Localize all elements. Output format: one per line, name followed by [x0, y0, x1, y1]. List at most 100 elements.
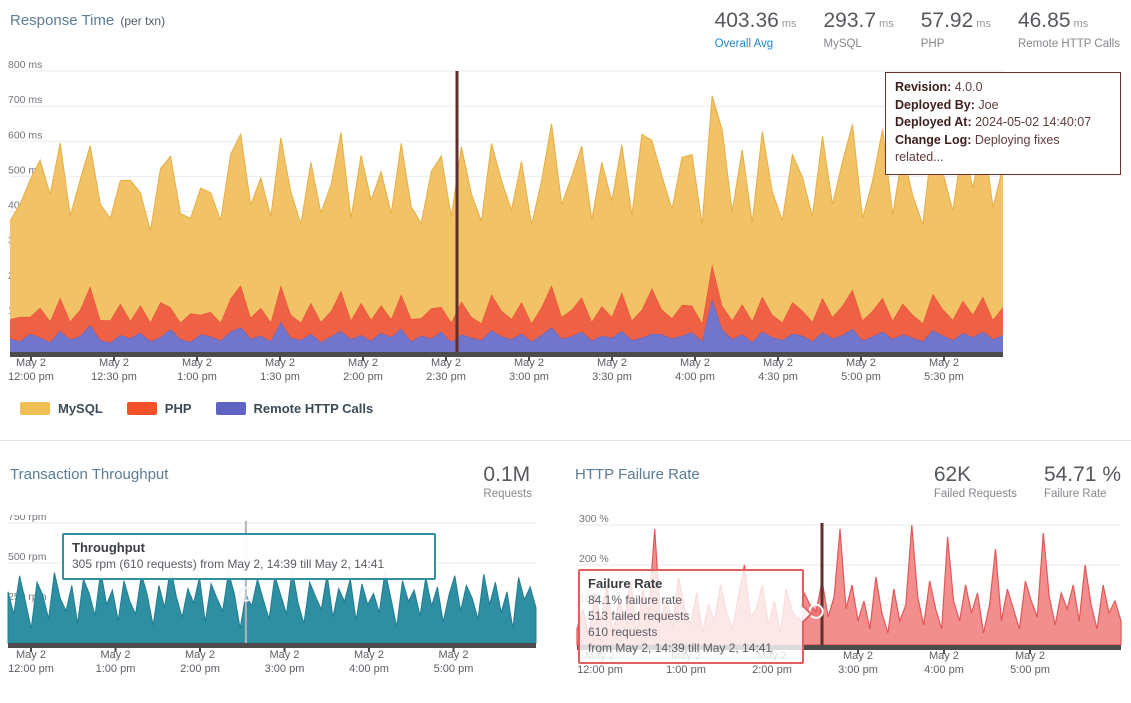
tooltip-title: Failure Rate [588, 575, 794, 592]
x-axis-label: May 2 [1015, 650, 1045, 662]
stat-php: 57.92msPHP [921, 9, 991, 50]
response-time-title-suffix: (per txn) [120, 14, 165, 28]
throughput-title-text: Transaction Throughput [10, 466, 168, 483]
legend-item-php[interactable]: PHP [127, 401, 192, 416]
x-axis-label: 3:00 pm [265, 663, 305, 675]
y-axis-label: 700 ms [8, 94, 42, 106]
x-axis-label: 2:00 pm [180, 663, 220, 675]
stat-value: 0.1M [483, 463, 532, 486]
y-axis-label: 200 % [579, 553, 609, 565]
section-divider [0, 440, 1131, 441]
x-axis-label: May 2 [597, 357, 627, 369]
y-axis-label: 800 ms [8, 60, 42, 71]
x-axis-bar [8, 643, 536, 648]
stat-unit: ms [1074, 18, 1089, 30]
area-series-mysql[interactable] [10, 96, 1003, 324]
x-axis-label: 12:00 pm [8, 371, 54, 383]
x-axis-label: May 2 [16, 649, 46, 661]
x-axis-label: May 2 [929, 650, 959, 662]
x-axis-label: 5:30 pm [924, 371, 964, 383]
x-axis-label: 12:00 pm [577, 664, 623, 676]
throughput-title: Transaction Throughput [10, 466, 168, 483]
stat-requests: 0.1M Requests [483, 463, 532, 500]
stat-unit: ms [976, 18, 991, 30]
stat-label: Failed Requests [934, 488, 1017, 500]
stat-label: PHP [921, 38, 991, 50]
x-axis-label: 5:00 pm [1010, 664, 1050, 676]
legend-swatch-icon [127, 402, 157, 415]
legend-label: Remote HTTP Calls [254, 401, 374, 416]
stat-value: 403.36ms [715, 9, 797, 36]
tooltip-line: 305 rpm (610 requests) from May 2, 14:39… [72, 556, 426, 572]
throughput-stats: 0.1M Requests [440, 463, 532, 500]
x-axis-label: May 2 [846, 357, 876, 369]
x-axis-label: 4:30 pm [758, 371, 798, 383]
x-axis-label: May 2 [101, 649, 131, 661]
x-axis-label: 3:00 pm [509, 371, 549, 383]
stat-unit: ms [782, 18, 797, 30]
x-axis-label: 2:00 pm [752, 664, 792, 676]
x-axis-label: 1:30 pm [260, 371, 300, 383]
legend-label: MySQL [58, 401, 103, 416]
x-axis-label: 1:00 pm [96, 663, 136, 675]
tooltip-title: Throughput [72, 539, 426, 556]
selected-point-marker[interactable] [810, 605, 823, 618]
stat-label: Remote HTTP Calls [1018, 38, 1120, 50]
failure-rate-title-text: HTTP Failure Rate [575, 466, 700, 483]
deploy-tooltip-line: Deployed By: Joe [895, 97, 1111, 115]
x-axis-label: May 2 [182, 357, 212, 369]
stat-failure-rate: 54.71 % Failure Rate [1044, 463, 1121, 500]
x-axis-label: 12:30 pm [91, 371, 137, 383]
y-axis-label: 500 rpm [8, 551, 47, 563]
x-axis-label: May 2 [16, 357, 46, 369]
stat-label: Requests [483, 488, 532, 500]
stat-remote-http-calls: 46.85msRemote HTTP Calls [1018, 9, 1120, 50]
x-axis-label: May 2 [348, 357, 378, 369]
tooltip-line: 610 requests [588, 624, 794, 640]
throughput-tooltip: Throughput305 rpm (610 requests) from Ma… [62, 533, 436, 580]
y-axis-label: 300 % [579, 515, 609, 525]
stat-mysql: 293.7msMySQL [823, 9, 893, 50]
x-axis-label: May 2 [514, 357, 544, 369]
x-axis-label: May 2 [270, 649, 300, 661]
deploy-tooltip-line: Change Log: Deploying fixes related... [895, 132, 1111, 167]
x-axis-label: May 2 [763, 357, 793, 369]
legend-swatch-icon [20, 402, 50, 415]
x-axis-label: May 2 [929, 357, 959, 369]
deploy-tooltip-line: Deployed At: 2024-05-02 14:40:07 [895, 114, 1111, 132]
x-axis-label: May 2 [439, 649, 469, 661]
x-axis-label: 1:00 pm [666, 664, 706, 676]
x-axis-label: May 2 [843, 650, 873, 662]
x-axis-label: 1:00 pm [177, 371, 217, 383]
failure-rate-tooltip: Failure Rate84.1% failure rate513 failed… [578, 569, 804, 664]
stat-unit: ms [879, 18, 894, 30]
x-axis-label: 5:00 pm [434, 663, 474, 675]
x-axis-label: 3:30 pm [592, 371, 632, 383]
response-time-title: Response Time (per txn) [10, 12, 165, 29]
x-axis-label: 3:00 pm [838, 664, 878, 676]
apm-dashboard: Response Time (per txn) 403.36ms Overall … [0, 0, 1131, 703]
response-time-title-text: Response Time [10, 12, 114, 29]
x-axis-label: 5:00 pm [841, 371, 881, 383]
stat-label[interactable]: Overall Avg [715, 38, 797, 50]
legend-item-mysql[interactable]: MySQL [20, 401, 103, 416]
response-time-stats: 403.36msOverall Avg293.7msMySQL57.92msPH… [715, 9, 1120, 50]
legend-label: PHP [165, 401, 192, 416]
failure-rate-stats: 62K Failed Requests 54.71 % Failure Rate [934, 463, 1121, 500]
x-axis-label: May 2 [185, 649, 215, 661]
legend-swatch-icon [216, 402, 246, 415]
response-time-chart[interactable]: 800 ms700 ms600 ms500 ms400 ms300 ms200 … [0, 60, 1010, 395]
tooltip-line: from May 2, 14:39 till May 2, 14:41 [588, 640, 794, 656]
stat-value: 62K [934, 463, 1017, 486]
stat-value: 54.71 % [1044, 463, 1121, 486]
x-axis-label: 4:00 pm [349, 663, 389, 675]
x-axis-label: 4:00 pm [924, 664, 964, 676]
x-axis-label: 4:00 pm [675, 371, 715, 383]
selected-point-marker[interactable] [239, 588, 252, 601]
response-time-legend: MySQL PHP Remote HTTP Calls [20, 401, 373, 416]
deployment-tooltip: Revision: 4.0.0Deployed By: JoeDeployed … [885, 72, 1121, 175]
legend-item-remote-http-calls[interactable]: Remote HTTP Calls [216, 401, 374, 416]
y-axis-label: 750 rpm [8, 515, 47, 523]
x-axis-label: 2:30 pm [426, 371, 466, 383]
stat-label: Failure Rate [1044, 488, 1121, 500]
